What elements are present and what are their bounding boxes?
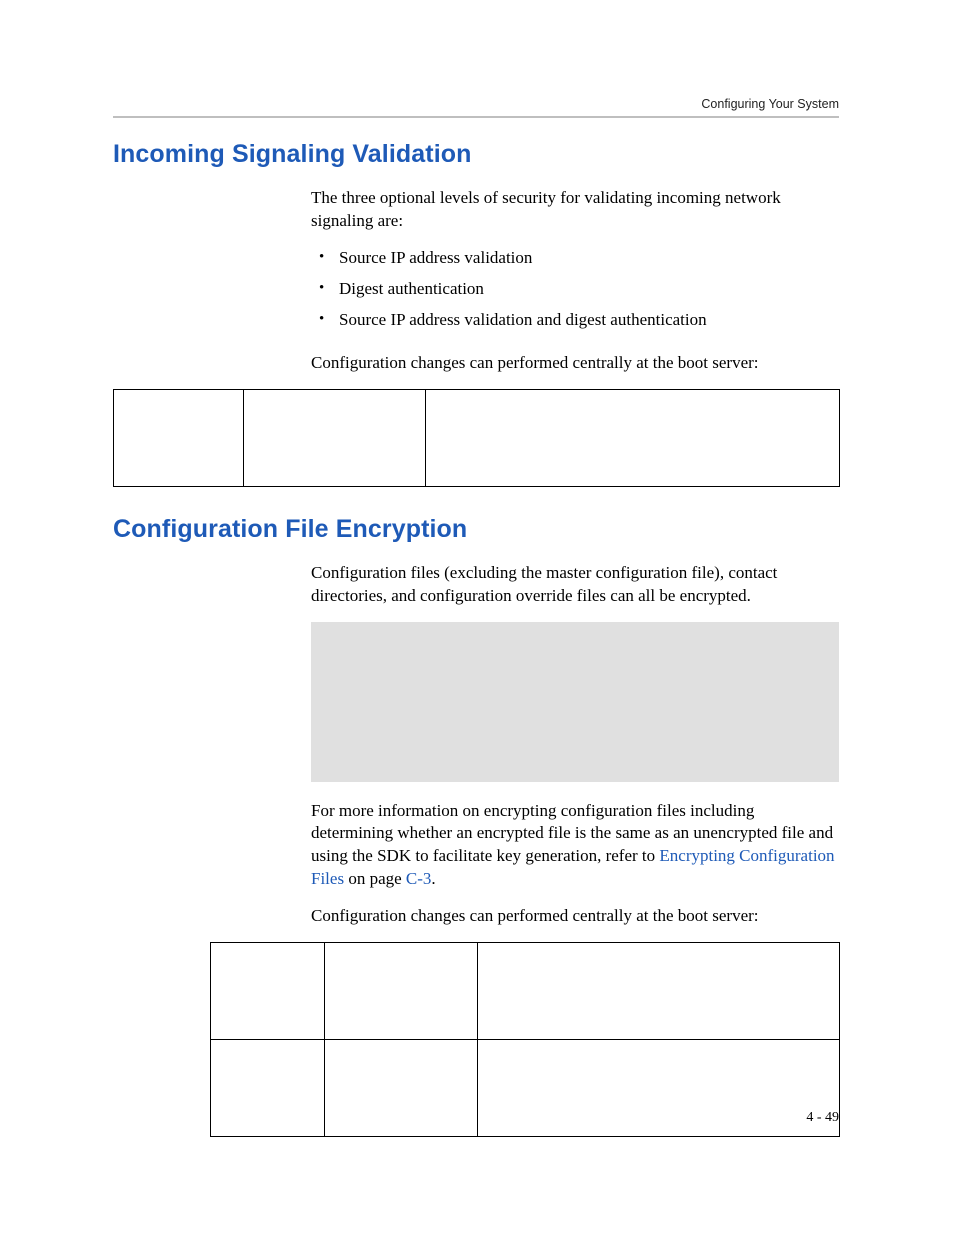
table-cell (325, 943, 478, 1040)
table-cell (478, 943, 840, 1040)
table-cell (211, 943, 325, 1040)
page-number: 4 - 49 (806, 1110, 839, 1126)
section1-bullets: Source IP address validation Digest auth… (311, 247, 839, 340)
section2-table (210, 942, 840, 1137)
table-cell (478, 1040, 840, 1137)
section1-intro: The three optional levels of security fo… (311, 187, 839, 233)
table-cell (325, 1040, 478, 1137)
content-area: Incoming Signaling Validation The three … (113, 140, 839, 1165)
table-cell (114, 389, 244, 486)
heading-incoming-signaling-validation: Incoming Signaling Validation (113, 140, 839, 169)
section2-p1: Configuration files (excluding the maste… (311, 562, 839, 608)
section2-outro: Configuration changes can performed cent… (311, 905, 839, 928)
section2-p2: For more information on encrypting confi… (311, 800, 839, 892)
link-page-c3[interactable]: C-3 (406, 869, 432, 888)
bullet-item: Source IP address validation and digest … (311, 309, 839, 340)
note-box (311, 622, 839, 782)
table-row (114, 389, 840, 486)
text-span: . (431, 869, 435, 888)
bullet-item: Source IP address validation (311, 247, 839, 278)
table-cell (244, 389, 426, 486)
section1-outro: Configuration changes can performed cent… (311, 352, 839, 375)
table-cell (426, 389, 840, 486)
header-rule (113, 116, 839, 118)
section1-table (113, 389, 840, 487)
table-row (211, 1040, 840, 1137)
table-row (211, 943, 840, 1040)
heading-configuration-file-encryption: Configuration File Encryption (113, 515, 839, 544)
text-span: on page (344, 869, 406, 888)
section1-body: The three optional levels of security fo… (311, 187, 839, 375)
page: Configuring Your System Incoming Signali… (0, 0, 954, 1235)
table-cell (211, 1040, 325, 1137)
section2-body: Configuration files (excluding the maste… (311, 562, 839, 929)
running-header: Configuring Your System (701, 97, 839, 111)
bullet-item: Digest authentication (311, 278, 839, 309)
